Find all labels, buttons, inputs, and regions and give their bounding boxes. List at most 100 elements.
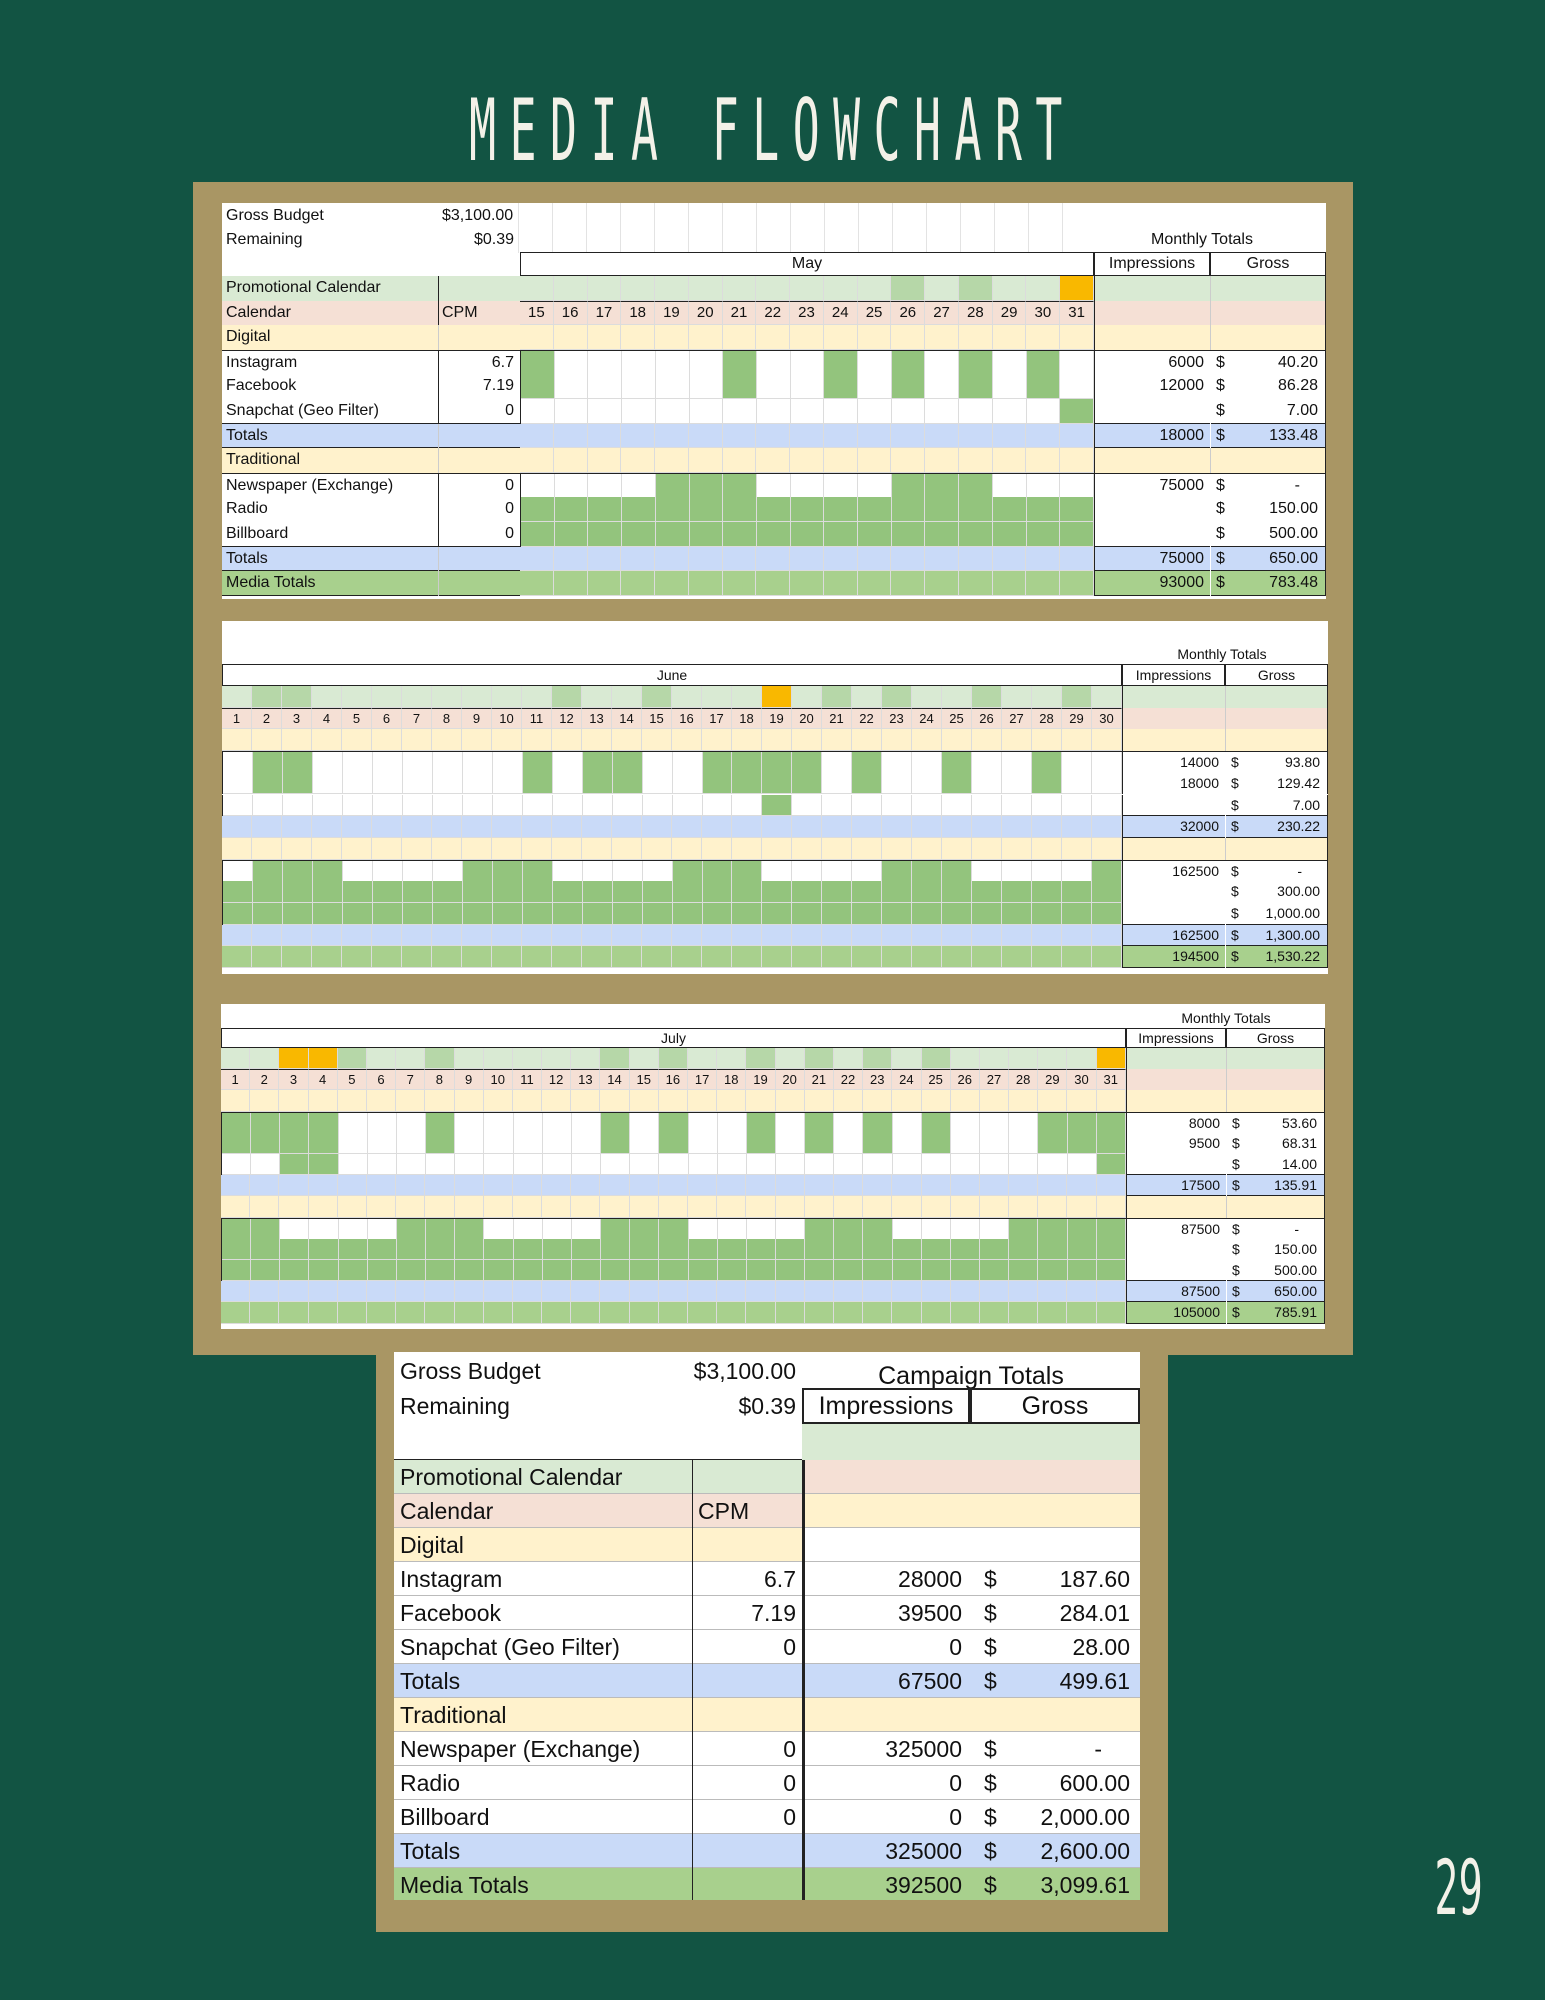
day-cell — [992, 448, 1027, 473]
day-number: 23 — [790, 300, 824, 326]
day-cell — [250, 1196, 280, 1218]
media-totals-row: 194500 $1,530.22 — [222, 946, 1328, 969]
day-cell — [775, 1090, 805, 1112]
day-cell — [775, 1175, 805, 1197]
gross-budget-label: Gross Budget — [400, 1358, 541, 1384]
day-cells — [222, 816, 1122, 838]
row-label: Digital — [400, 1532, 464, 1558]
totals-divider — [1210, 522, 1211, 547]
totals-row: 17500 $135.91 — [221, 1175, 1325, 1197]
day-cell — [571, 1218, 602, 1240]
day-cell — [925, 399, 960, 424]
totals-divider — [1226, 1112, 1227, 1134]
day-cell — [672, 816, 702, 838]
totals-divider — [1210, 276, 1211, 301]
day-cell — [717, 1238, 747, 1260]
day-cell — [1032, 903, 1063, 925]
totals-divider — [1225, 686, 1226, 708]
day-cell — [912, 860, 943, 883]
day-cell — [746, 1260, 776, 1282]
label-divider — [438, 522, 439, 547]
day-cell — [221, 1048, 251, 1070]
day-cell — [587, 423, 622, 449]
day-cell — [522, 729, 552, 752]
day-cell — [980, 1238, 1010, 1260]
day-cell — [553, 276, 588, 301]
day-cell — [805, 1218, 835, 1240]
day-cell — [1032, 946, 1062, 969]
day-cell — [432, 924, 462, 947]
day-cells — [520, 522, 1094, 547]
totals-divider — [1226, 1132, 1227, 1154]
day-number: 3 — [279, 1069, 309, 1091]
day-cell — [717, 1048, 747, 1070]
row-label: Snapchat (Geo Filter) — [400, 1634, 620, 1660]
day-cell — [223, 794, 253, 817]
day-number: 1 — [222, 707, 252, 730]
day-cell — [702, 686, 732, 708]
section-row: Traditional — [222, 448, 1326, 473]
day-cell — [702, 816, 732, 838]
day-cell — [1002, 816, 1032, 838]
day-number: 30 — [1026, 300, 1061, 326]
day-cell — [1026, 473, 1061, 499]
impressions-value: 75000 — [1159, 476, 1205, 494]
day-cell — [992, 522, 1027, 547]
day-cell — [921, 1260, 951, 1282]
day-number: 11 — [512, 1069, 543, 1091]
day-cell — [312, 881, 343, 903]
day-cell — [222, 1260, 252, 1282]
day-cell — [732, 729, 762, 752]
day-cell — [454, 1281, 484, 1303]
day-cell — [308, 1302, 338, 1324]
gross-value: 28.00 — [1072, 1634, 1130, 1660]
label-divider — [692, 1460, 693, 1494]
day-cell — [425, 1281, 455, 1303]
day-cell — [222, 946, 252, 969]
calendar-row: 1 2 3 4 5 6 7 8 9 10 11 12 13 14 15 16 17 18 19 20 21 22 23 24 2… — [221, 1069, 1325, 1091]
day-cell — [251, 1238, 281, 1260]
day-cell — [630, 1260, 660, 1282]
day-number: 23 — [863, 1069, 893, 1091]
day-cell — [857, 325, 892, 350]
impressions-value: 392500 — [885, 1872, 962, 1898]
day-cell — [1060, 325, 1095, 350]
day-cell — [746, 1154, 776, 1176]
cpm-value: 0 — [505, 500, 514, 518]
impressions-value: 325000 — [885, 1736, 962, 1762]
label-divider — [438, 276, 439, 301]
day-cell — [1038, 1175, 1068, 1197]
row-label: Traditional — [226, 451, 301, 469]
day-cell — [282, 729, 312, 752]
day-cell — [863, 1048, 893, 1070]
day-cell — [805, 1112, 835, 1134]
day-cell — [822, 881, 853, 903]
day-cell — [279, 1281, 309, 1303]
day-cell — [672, 686, 702, 708]
totals-divider — [1094, 546, 1095, 572]
day-cell — [642, 924, 672, 947]
day-cells — [520, 571, 1095, 596]
day-cell — [221, 1281, 251, 1303]
day-cell — [512, 1281, 543, 1303]
day-cell — [630, 1218, 660, 1240]
day-cell — [804, 1175, 834, 1197]
day-cell — [601, 1154, 631, 1176]
day-cell — [732, 860, 763, 883]
day-cell — [702, 729, 732, 752]
totals-divider — [1327, 686, 1328, 708]
day-cell — [512, 1302, 543, 1324]
day-cell — [655, 571, 689, 596]
day-cell — [992, 399, 1027, 424]
day-cell — [688, 1302, 718, 1324]
day-cell — [822, 816, 852, 838]
day-cells — [222, 752, 1123, 774]
totals-divider — [1210, 374, 1211, 399]
month-name: May — [520, 252, 1094, 276]
day-cell — [426, 1260, 456, 1282]
gross-value: 68.31 — [1281, 1134, 1317, 1151]
day-cell — [252, 794, 283, 817]
day-cell — [1092, 881, 1123, 903]
gross-value: 2,600.00 — [1040, 1838, 1130, 1864]
day-cell — [462, 881, 493, 903]
